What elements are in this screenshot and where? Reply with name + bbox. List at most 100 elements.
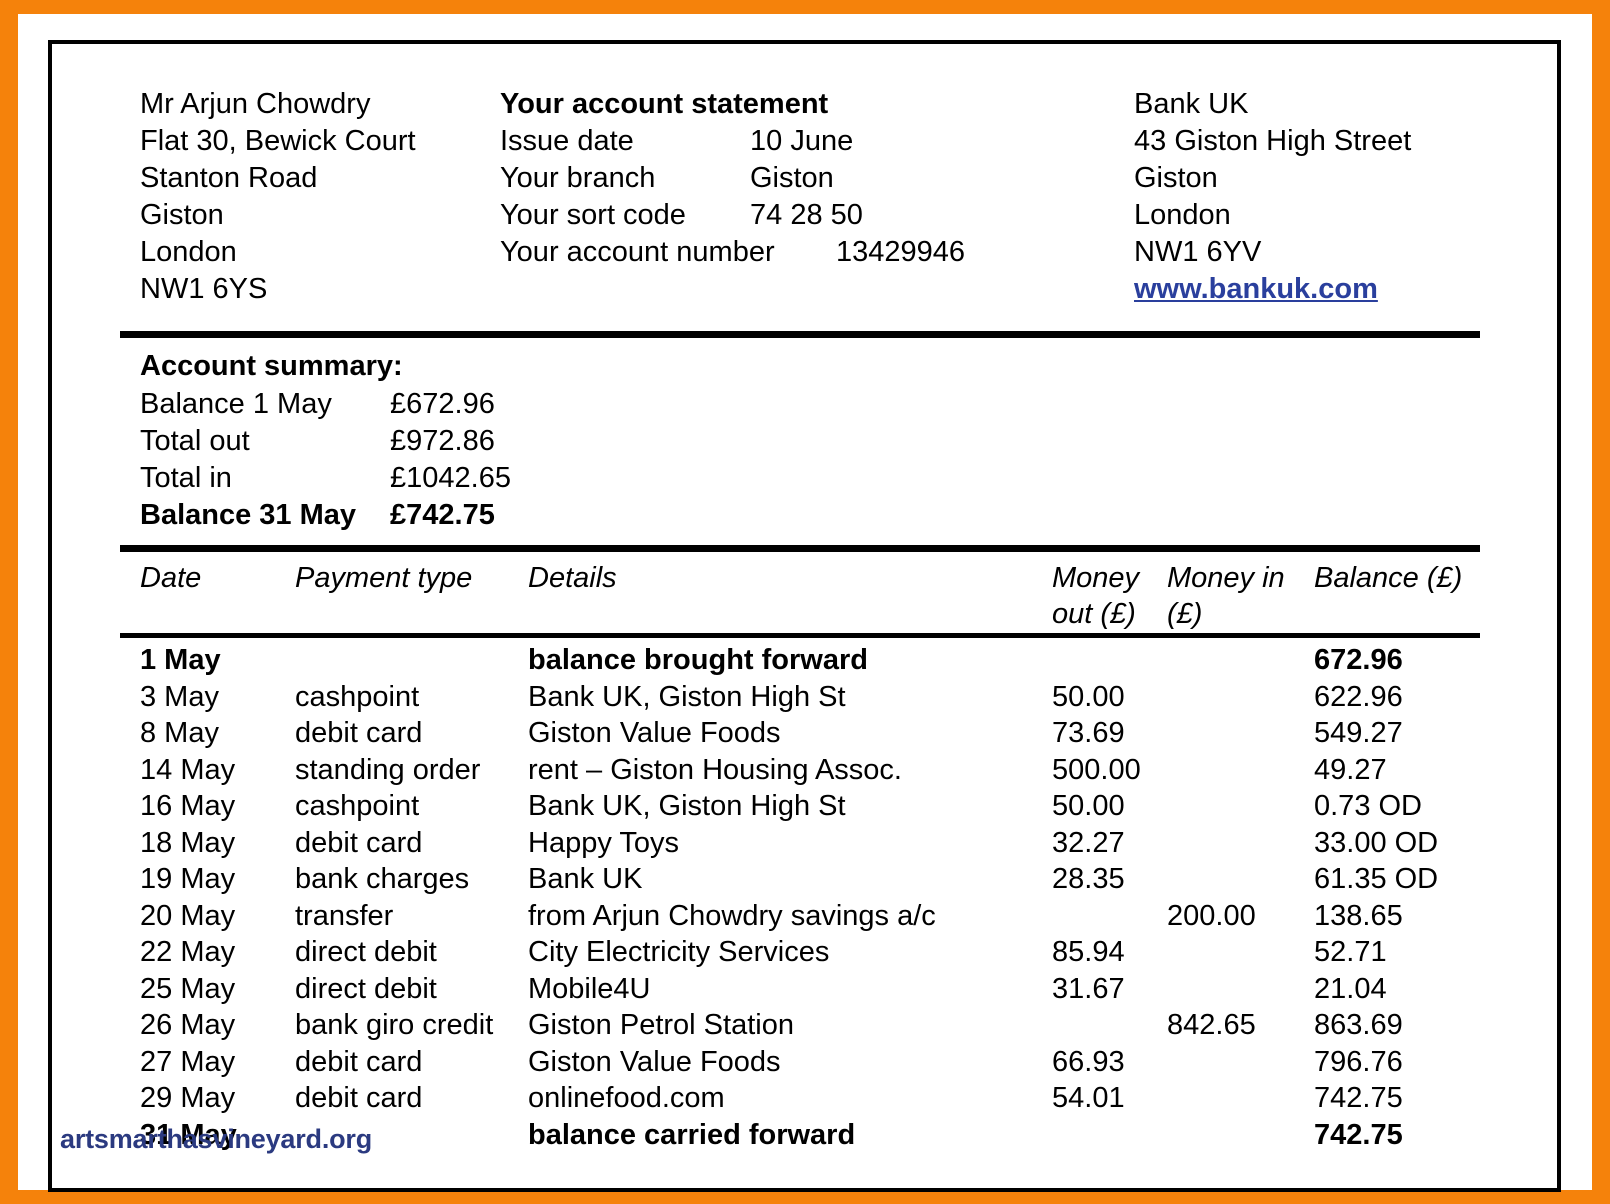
cell-balance: 61.35 OD [1314, 861, 1438, 898]
customer-address-line: Stanton Road [140, 160, 470, 197]
table-header-bottom-rule [120, 633, 1480, 638]
column-header-payment-type: Payment type [295, 560, 472, 596]
column-header-money-out: Money out (£) [1052, 560, 1162, 632]
table-row: 16 May cashpoint Bank UK, Giston High St 50… [52, 788, 1557, 825]
table-row: 18 Maydebit cardHappy Toys32.2733.00 OD [52, 825, 1557, 862]
customer-address-line: Flat 30, Bewick Court [140, 123, 470, 160]
cell-balance: 742.75 [1314, 1080, 1403, 1117]
summary-top-rule [120, 331, 1480, 338]
cell-balance: 549.27 [1314, 715, 1403, 752]
cell-date: 19 May [140, 861, 235, 898]
cell-balance: 796.76 [1314, 1044, 1403, 1081]
customer-address-line: London [140, 234, 470, 271]
cell-payment-type: cashpoint [295, 788, 419, 825]
field-sort-code: Your sort code 74 28 50 [500, 197, 1140, 234]
cell-payment-type: debit card [295, 1044, 422, 1081]
bank-name: Bank UK [1134, 86, 1534, 123]
cell-balance: 742.75 [1314, 1117, 1403, 1154]
summary-row-closing: Balance 31 May £742.75 [140, 497, 740, 534]
cell-money-out: 32.27 [1052, 825, 1125, 862]
cell-date: 1 May [140, 642, 221, 679]
cell-money-out: 31.67 [1052, 971, 1125, 1008]
table-header-top-rule [120, 545, 1480, 552]
bank-address-line: London [1134, 197, 1534, 234]
table-row: 29 Maydebit cardonlinefood.com54.01742.7… [52, 1080, 1557, 1117]
cell-details: balance carried forward [528, 1117, 855, 1154]
transactions-table-body: 1 Maybalance brought forward672.963 Mayc… [52, 642, 1557, 1153]
cell-money-out: 50.00 [1052, 679, 1125, 716]
cell-payment-type: bank giro credit [295, 1007, 493, 1044]
cell-balance: 21.04 [1314, 971, 1387, 1008]
column-header-balance: Balance (£) [1314, 560, 1462, 596]
cell-details: Giston Value Foods [528, 715, 781, 752]
table-row: 19 Maybank chargesBank UK28.3561.35 OD [52, 861, 1557, 898]
customer-address-line: NW1 6YS [140, 271, 470, 308]
cell-date: 18 May [140, 825, 235, 862]
summary-title: Account summary: [140, 347, 740, 386]
table-row: 3 MaycashpointBank UK, Giston High St50.… [52, 679, 1557, 716]
cell-date: 25 May [140, 971, 235, 1008]
table-row: 1 Maybalance brought forward672.96 [52, 642, 1557, 679]
customer-address-line: Giston [140, 197, 470, 234]
cell-date: 20 May [140, 898, 235, 935]
summary-value: £1042.65 [390, 460, 511, 497]
field-branch: Your branch Giston [500, 160, 1140, 197]
table-row: 27 May debit card Giston Value Foods 66.93 7… [52, 1044, 1557, 1081]
cell-date: 27 May [140, 1044, 235, 1081]
cell-money-out: 66.93 [1052, 1044, 1125, 1081]
field-account-number: Your account number 13429946 [500, 234, 1140, 271]
cell-details: Mobile4U [528, 971, 651, 1008]
summary-label: Total in [140, 460, 232, 497]
bank-address-line: Giston [1134, 160, 1534, 197]
cell-balance: 52.71 [1314, 934, 1387, 971]
bank-website-link[interactable]: www.bankuk.com [1134, 271, 1378, 308]
field-label: Your account number [500, 234, 775, 271]
table-row: 22 Maydirect debitCity Electricity Servi… [52, 934, 1557, 971]
cell-balance: 622.96 [1314, 679, 1403, 716]
cell-date: 8 May [140, 715, 219, 752]
cell-money-out: 28.35 [1052, 861, 1125, 898]
cell-payment-type: direct debit [295, 971, 437, 1008]
orange-border-frame: Mr Arjun Chowdry Flat 30, Bewick Court S… [18, 14, 1592, 1190]
statement-title: Your account statement [500, 86, 1140, 123]
table-row: 14 Maystanding orderrent – Giston Housin… [52, 752, 1557, 789]
cell-date: 26 May [140, 1007, 235, 1044]
cell-details: Happy Toys [528, 825, 679, 862]
cell-date: 22 May [140, 934, 235, 971]
statement-details-block: Your account statement Issue date 10 Jun… [500, 86, 1140, 271]
bank-address-line: NW1 6YV [1134, 234, 1534, 271]
field-label: Your branch [500, 160, 655, 197]
cell-details: Giston Petrol Station [528, 1007, 794, 1044]
statement-header: Mr Arjun Chowdry Flat 30, Bewick Court S… [52, 44, 1557, 294]
account-summary: Account summary: Balance 1 May £672.96 T… [140, 347, 740, 534]
cell-money-out: 73.69 [1052, 715, 1125, 752]
statement-page: Mr Arjun Chowdry Flat 30, Bewick Court S… [48, 40, 1561, 1192]
cell-details: Giston Value Foods [528, 1044, 781, 1081]
field-value: 13429946 [836, 234, 965, 271]
table-row: 8 Maydebit cardGiston Value Foods73.6954… [52, 715, 1557, 752]
cell-balance: 138.65 [1314, 898, 1403, 935]
cell-payment-type: direct debit [295, 934, 437, 971]
table-row: 25 May direct debit Mobile4U 31.67 21.04 [52, 971, 1557, 1008]
summary-row: Total out £972.86 [140, 423, 740, 460]
column-header-details: Details [528, 560, 617, 596]
cell-payment-type: standing order [295, 752, 480, 789]
cell-money-out: 54.01 [1052, 1080, 1125, 1117]
cell-date: 16 May [140, 788, 235, 825]
cell-details: balance brought forward [528, 642, 868, 679]
bank-address-line: 43 Giston High Street [1134, 123, 1534, 160]
cell-balance: 0.73 OD [1314, 788, 1422, 825]
source-watermark: artsmarthasvineyard.org [60, 1124, 372, 1155]
summary-value: £672.96 [390, 386, 495, 423]
cell-money-out: 50.00 [1052, 788, 1125, 825]
cell-money-out: 85.94 [1052, 934, 1125, 971]
field-value: 74 28 50 [750, 197, 863, 234]
cell-payment-type: cashpoint [295, 679, 419, 716]
field-label: Issue date [500, 123, 634, 160]
cell-balance: 863.69 [1314, 1007, 1403, 1044]
cell-details: Bank UK, Giston High St [528, 788, 846, 825]
cell-balance: 33.00 OD [1314, 825, 1438, 862]
cell-details: Bank UK [528, 861, 642, 898]
cell-date: 3 May [140, 679, 219, 716]
summary-label: Balance 1 May [140, 386, 332, 423]
